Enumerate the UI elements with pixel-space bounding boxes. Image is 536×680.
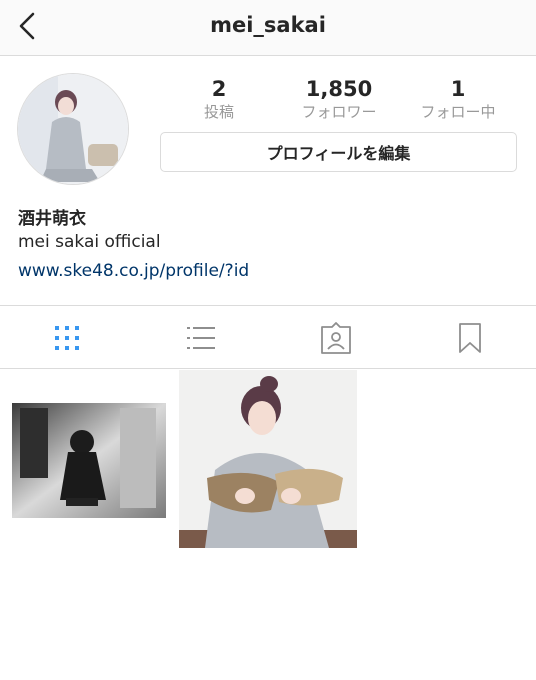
posts-label: 投稿: [203, 103, 234, 121]
post-image-portrait: [179, 370, 357, 548]
profile-full-name: 酒井萌衣: [18, 209, 86, 229]
posts-count: 2: [211, 77, 227, 101]
post-thumbnail[interactable]: [0, 370, 178, 548]
followers-label: フォロワー: [301, 103, 377, 121]
profile-avatar[interactable]: [17, 73, 129, 185]
post-thumbnail[interactable]: [179, 370, 357, 548]
profile-website-link[interactable]: www.ske48.co.jp/profile/?id: [18, 261, 249, 281]
following-count: 1: [450, 77, 466, 101]
following-label: フォロー中: [420, 103, 496, 121]
grid-icon[interactable]: [51, 322, 83, 354]
top-navigation-bar: mei_sakai: [0, 0, 536, 56]
following-stat[interactable]: 1 フォロー中: [403, 76, 513, 122]
followers-count: 1,850: [305, 77, 373, 101]
list-icon[interactable]: [185, 322, 217, 354]
profile-view-tabs: [0, 305, 536, 369]
followers-stat[interactable]: 1,850 フォロワー: [284, 76, 394, 122]
bookmark-icon[interactable]: [454, 322, 486, 354]
profile-username-title: mei_sakai: [210, 13, 326, 37]
tagged-photos-icon[interactable]: [320, 322, 352, 354]
edit-profile-button[interactable]: プロフィールを編集: [160, 132, 517, 172]
posts-stat: 2 投稿: [164, 76, 274, 122]
profile-bio: mei sakai official: [18, 232, 161, 252]
avatar-photo: [18, 74, 128, 184]
post-image-hallway: [0, 370, 178, 548]
